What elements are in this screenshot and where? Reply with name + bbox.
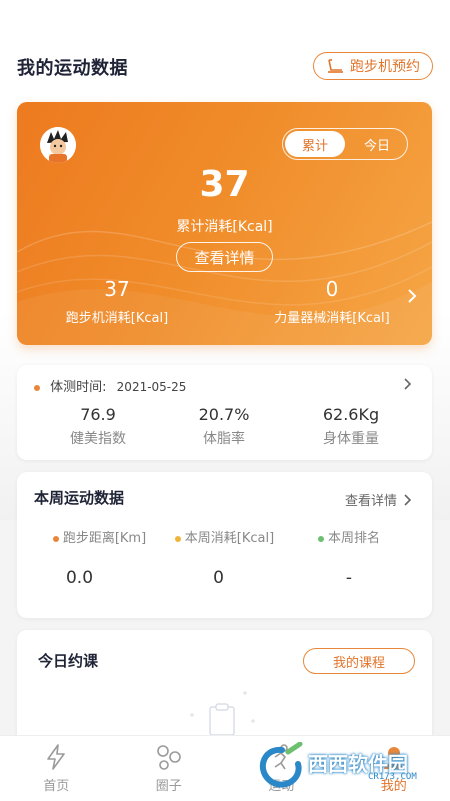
chevron-right-icon <box>403 493 412 507</box>
my-courses-button[interactable]: 我的课程 <box>303 648 415 674</box>
weekly-calories-label: 本周消耗[Kcal] <box>185 531 274 546</box>
empty-clipboard-icon <box>185 685 265 735</box>
body-test-date: 2021-05-25 <box>117 380 187 394</box>
equipment-calories-value: 0 <box>262 277 402 301</box>
run-distance-stat: 跑步距离[Km] 0.0 <box>37 527 162 588</box>
body-fat-stat: 20.7% 体脂率 <box>155 405 293 448</box>
treadmill-icon <box>326 58 344 74</box>
status-dot <box>53 536 59 542</box>
calorie-summary-card: 累计 今日 37 累计消耗[Kcal] 查看详情 37 跑步机消耗[Kcal] … <box>17 102 432 345</box>
tab-today[interactable]: 今日 <box>347 129 407 159</box>
equipment-calories-label: 力量器械消耗[Kcal] <box>262 307 402 326</box>
weekly-calories-stat: 本周消耗[Kcal] 0 <box>162 527 287 588</box>
body-weight-stat: 62.6Kg 身体重量 <box>282 405 420 448</box>
tab-home[interactable]: 首页 <box>0 736 113 801</box>
body-weight-label: 身体重量 <box>282 428 420 448</box>
page-title: 我的运动数据 <box>17 54 128 80</box>
tab-cumulative[interactable]: 累计 <box>285 131 345 157</box>
run-distance-value: 0.0 <box>0 568 162 588</box>
fitness-index-value: 76.9 <box>29 405 167 424</box>
run-distance-label: 跑步距离[Km] <box>63 531 146 546</box>
weekly-stats-card: 本周运动数据 查看详情 跑步距离[Km] 0.0 本周消耗[Kcal] 0 本周… <box>17 472 432 618</box>
today-course-title: 今日约课 <box>38 650 98 671</box>
chevron-right-icon[interactable] <box>406 288 418 304</box>
body-fat-label: 体脂率 <box>155 428 293 448</box>
watermark-swirl-icon <box>252 742 308 792</box>
fitness-index-stat: 76.9 健美指数 <box>29 405 167 448</box>
treadmill-calories-label: 跑步机消耗[Kcal] <box>47 307 187 326</box>
status-dot <box>34 385 40 391</box>
header: 我的运动数据 跑步机预约 <box>0 48 450 88</box>
body-weight-value: 62.6Kg <box>282 405 420 424</box>
circles-icon <box>155 743 183 771</box>
weekly-rank-label: 本周排名 <box>328 531 380 546</box>
watermark-logo: 西西软件园 CR173.COM <box>252 742 442 792</box>
weekly-details-label: 查看详情 <box>345 490 397 509</box>
total-calories-value: 37 <box>17 164 432 205</box>
tab-home-label: 首页 <box>43 775 69 794</box>
weekly-rank-stat: 本周排名 - <box>294 527 404 588</box>
fitness-index-label: 健美指数 <box>29 428 167 448</box>
treadmill-calories-value: 37 <box>47 277 187 301</box>
avatar[interactable] <box>40 127 76 163</box>
status-dot <box>175 536 181 542</box>
tab-circle[interactable]: 圈子 <box>113 736 226 801</box>
weekly-details-link[interactable]: 查看详情 <box>345 490 412 509</box>
treadmill-booking-label: 跑步机预约 <box>350 56 420 76</box>
chevron-right-icon[interactable] <box>403 377 412 391</box>
treadmill-calories-stat: 37 跑步机消耗[Kcal] <box>47 277 187 326</box>
body-test-label: 体测时间: <box>50 380 106 395</box>
view-details-button[interactable]: 查看详情 <box>176 242 273 272</box>
body-test-card[interactable]: 体测时间: 2021-05-25 76.9 健美指数 20.7% 体脂率 62.… <box>17 365 432 460</box>
watermark-subtext: CR173.COM <box>368 772 417 782</box>
total-calories-label: 累计消耗[Kcal] <box>17 216 432 236</box>
treadmill-booking-button[interactable]: 跑步机预约 <box>313 52 433 80</box>
status-dot <box>318 536 324 542</box>
equipment-calories-stat: 0 力量器械消耗[Kcal] <box>262 277 402 326</box>
lightning-icon <box>42 743 70 771</box>
body-test-time: 体测时间: 2021-05-25 <box>34 376 186 395</box>
period-toggle: 累计 今日 <box>282 128 408 160</box>
weekly-rank-value: - <box>294 568 404 588</box>
weekly-calories-value: 0 <box>150 568 287 588</box>
tab-circle-label: 圈子 <box>156 775 182 794</box>
weekly-title: 本周运动数据 <box>34 487 124 508</box>
body-fat-value: 20.7% <box>155 405 293 424</box>
